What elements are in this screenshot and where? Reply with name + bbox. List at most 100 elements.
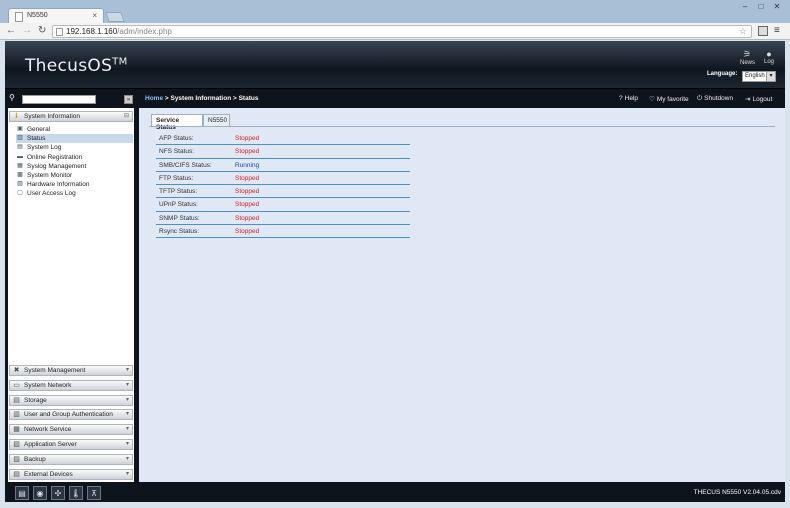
sidebar-item-label: Status	[27, 135, 46, 143]
expand-icon[interactable]: ▾	[126, 425, 129, 432]
status-label: SNMP Status:	[159, 214, 200, 222]
status-label: TFTP Status:	[159, 188, 198, 196]
news-button[interactable]: ⚞ News	[740, 49, 756, 66]
sidebar-item[interactable]: ▬ Online Registration	[16, 153, 133, 162]
fan-icon[interactable]: ✣	[51, 486, 65, 500]
breadcrumb: Home > System Information > Status	[145, 95, 258, 102]
external-devices-icon: ▤	[13, 470, 20, 478]
status-value: Running	[235, 161, 260, 169]
sidebar-category[interactable]: ▤ External Devices ▾	[9, 468, 133, 480]
search-go-button[interactable]: »	[124, 95, 133, 104]
address-bar[interactable]: 192.168.1.160/adm/index.php ☆	[52, 25, 752, 38]
sidebar-category-system-information[interactable]: ℹ System Information ⊟	[9, 111, 133, 122]
category-label: External Devices	[24, 470, 73, 478]
expand-icon[interactable]: ▾	[126, 366, 129, 373]
sidebar-item-label: Hardware Information	[27, 181, 90, 189]
reload-icon[interactable]: ↻	[38, 25, 46, 37]
sidebar-search-bar: ⚲ »	[8, 93, 134, 106]
extension-icon[interactable]	[758, 26, 768, 36]
expand-icon[interactable]: ▾	[126, 470, 129, 477]
expand-icon[interactable]: ▾	[126, 440, 129, 447]
sidebar-category[interactable]: ▥ User and Group Authentication ▾	[9, 409, 133, 421]
category-label: Application Server	[24, 441, 77, 448]
forward-icon[interactable]: →	[22, 25, 32, 37]
category-label: Network Service	[24, 426, 72, 434]
sidebar-item[interactable]: ▩ System Monitor	[16, 171, 133, 180]
app-header: ThecusOSTM ⚞ News ● Log Language: Englis…	[5, 41, 785, 89]
camera-icon[interactable]: ◉	[33, 486, 47, 500]
logout-button[interactable]: ⇥ Logout	[745, 95, 772, 103]
new-tab-button[interactable]	[105, 12, 125, 22]
close-icon[interactable]: ×	[92, 11, 97, 20]
sidebar-item[interactable]: ▧ Hardware Information	[16, 180, 133, 189]
tab-service-status[interactable]: Service Status	[151, 114, 203, 131]
breadcrumb-section: System Information	[170, 95, 232, 102]
logo-trademark: TM	[112, 56, 128, 68]
status-label: NFS Status:	[159, 148, 195, 156]
log-label: Log	[763, 59, 774, 65]
sidebar-category[interactable]: ▤ Storage ▾	[9, 394, 133, 406]
status-row: Rsync Status: Stopped	[156, 225, 410, 239]
sidebar-category[interactable]: ▧ Application Server ▾	[9, 439, 133, 450]
thermometer-icon[interactable]: 🌡	[69, 486, 83, 500]
dashboard-icon[interactable]: ▤	[15, 486, 29, 500]
registration-icon: ▬	[17, 153, 23, 160]
status-label: SMB/CIFS Status:	[159, 161, 212, 169]
tools-icon: ✖	[13, 367, 20, 374]
menu-icon[interactable]: ≡	[774, 25, 780, 36]
expand-icon[interactable]: ▾	[126, 410, 129, 417]
back-icon[interactable]: ←	[6, 25, 16, 37]
window-close-icon[interactable]: ✕	[770, 2, 784, 12]
browser-tab[interactable]: N5550 ×	[8, 8, 104, 24]
logo-text: ThecusOS	[25, 56, 113, 76]
main-content: Service Status N5550 AFP Status: Stopped N…	[139, 108, 785, 482]
star-icon[interactable]: ☆	[739, 26, 747, 37]
breadcrumb-home[interactable]: Home	[145, 95, 163, 102]
news-label: News	[740, 60, 756, 66]
status-icon: ▥	[17, 135, 23, 142]
status-row: AFP Status: Stopped	[156, 132, 410, 146]
search-input[interactable]	[22, 95, 96, 104]
shutdown-button[interactable]: ⏻ Shutdown	[697, 95, 733, 103]
logout-icon: ⇥	[745, 96, 751, 103]
expand-icon[interactable]: ▾	[126, 396, 129, 403]
sidebar-item[interactable]: ▢ User Access Log	[16, 189, 133, 198]
sidebar-item[interactable]: ▥ Status	[16, 134, 133, 144]
page-icon	[56, 28, 63, 36]
sidebar-item[interactable]: ▦ Syslog Management	[16, 162, 133, 171]
monitor-icon: ▩	[17, 172, 23, 178]
sidebar-item[interactable]: ▣ General	[16, 125, 133, 134]
tab-divider	[149, 126, 775, 127]
network-tree-icon[interactable]: ⊼	[87, 486, 101, 500]
sidebar-category[interactable]: ▦ Network Service ▾	[9, 424, 133, 436]
help-icon: ?	[619, 95, 623, 102]
language-select[interactable]: English ▾	[742, 71, 776, 82]
status-value: Stopped	[235, 201, 260, 209]
minimize-icon[interactable]: –	[738, 2, 752, 12]
window-controls: – □ ✕	[738, 2, 784, 12]
expand-icon[interactable]: ▾	[126, 381, 129, 388]
breadcrumb-bar: Home > System Information > Status ? Help…	[139, 93, 785, 106]
status-value: Stopped	[235, 214, 260, 222]
sidebar-category[interactable]: ▨ Backup ▾	[9, 453, 133, 465]
backup-icon: ▨	[13, 455, 20, 463]
category-label: System Management	[24, 367, 86, 374]
expand-icon[interactable]: ▾	[126, 455, 129, 462]
collapse-icon[interactable]: ⊟	[124, 112, 129, 119]
status-row: NFS Status: Stopped	[156, 145, 410, 159]
status-label: AFP Status:	[159, 135, 194, 142]
storage-icon: ▤	[13, 396, 20, 404]
log-button[interactable]: ● Log	[762, 49, 776, 65]
tab-n5550[interactable]: N5550	[203, 114, 230, 126]
sidebar-category[interactable]: ✖ System Management ▾	[9, 365, 133, 376]
users-icon: ▥	[13, 411, 20, 419]
sidebar-item[interactable]: ▤ System Log	[16, 143, 133, 152]
maximize-icon[interactable]: □	[754, 2, 768, 12]
footer-bar: ▤ ◉ ✣ 🌡 ⊼ THECUS N5550 V2.04.05.cdv	[5, 484, 785, 502]
help-button[interactable]: ? Help	[619, 95, 638, 102]
info-icon: ℹ	[15, 113, 18, 120]
logo: ThecusOSTM	[25, 56, 128, 76]
sidebar-category[interactable]: ▭ System Network ▾	[9, 379, 133, 391]
favorite-button[interactable]: ♡ My favorite	[649, 95, 689, 103]
category-label: User and Group Authentication	[24, 411, 113, 419]
